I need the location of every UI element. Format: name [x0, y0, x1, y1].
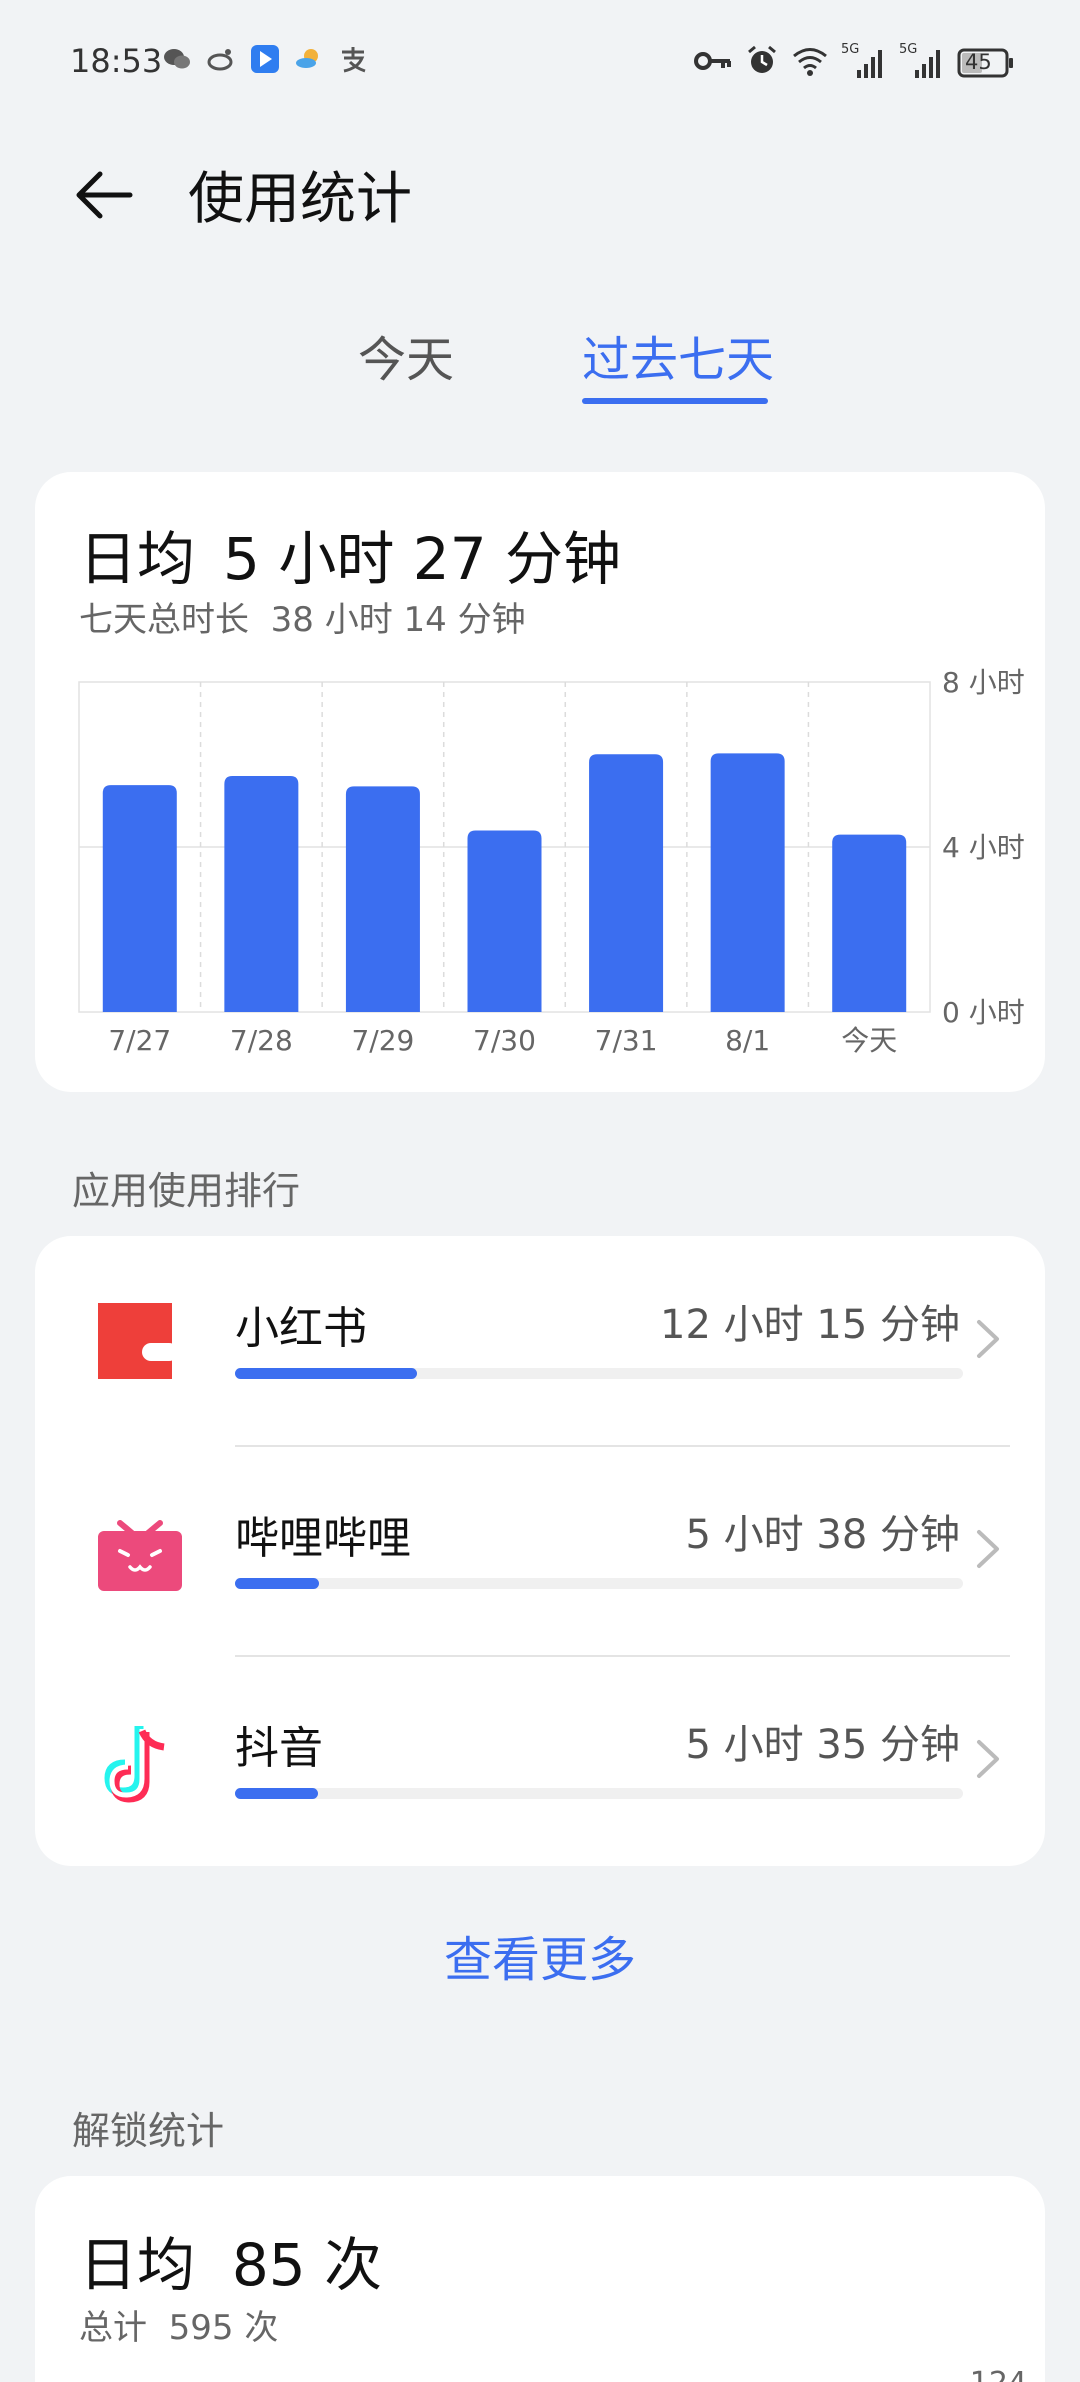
battery-icon: 45 — [957, 48, 1015, 78]
douyin-icon — [90, 1711, 190, 1811]
x-tick-label: 8/1 — [725, 1024, 770, 1057]
weibo-icon — [206, 44, 236, 74]
weather-icon — [294, 44, 324, 74]
period-tabs: 今天 过去七天 — [0, 320, 1080, 410]
x-tick-label: 7/30 — [473, 1024, 536, 1057]
alarm-icon — [745, 44, 779, 82]
app-name: 哔哩哔哩 — [235, 1513, 411, 1564]
app-row-xiaohongshu[interactable]: 小红书 12 小时 15 分钟 — [35, 1236, 1045, 1446]
alipay-icon — [338, 44, 368, 74]
app-name: 抖音 — [235, 1723, 323, 1774]
key-icon — [693, 46, 733, 80]
notification-icons — [162, 44, 368, 74]
status-bar: 18:53 5G 5G 45 — [0, 0, 1080, 120]
unlock-average-label: 日均 — [79, 2231, 196, 2299]
app-usage-time: 5 小时 38 分钟 — [685, 1512, 961, 1558]
unlock-axis-tick: 124 — [970, 2366, 1027, 2382]
chart-bar — [345, 786, 420, 1012]
chart-bar — [832, 834, 907, 1012]
chart-bar — [224, 776, 299, 1012]
app-row-bilibili[interactable]: 哔哩哔哩 5 小时 38 分钟 — [35, 1446, 1045, 1656]
wifi-icon — [791, 45, 829, 81]
x-tick-label: 7/29 — [351, 1024, 414, 1057]
usage-progress-track — [235, 1368, 963, 1379]
bilibili-icon — [90, 1501, 190, 1601]
chart-bar — [102, 785, 177, 1012]
see-more-button[interactable]: 查看更多 — [0, 1920, 1080, 1990]
unlock-total: 总计 595 次 — [79, 2300, 278, 2349]
unlock-stats-section-title: 解锁统计 — [72, 2109, 225, 2153]
chevron-right-icon — [973, 1316, 1003, 1362]
app-name: 小红书 — [235, 1303, 367, 1354]
app-usage-time: 12 小时 15 分钟 — [660, 1302, 960, 1348]
status-time: 18:53 — [70, 42, 163, 80]
x-tick-label: 7/28 — [230, 1024, 293, 1057]
xiaohongshu-icon — [90, 1291, 190, 1391]
chart-bar — [467, 830, 542, 1012]
unlock-average-value: 85 次 — [231, 2231, 383, 2299]
y-tick-label: 0 小时 — [942, 996, 1025, 1029]
usage-progress-track — [235, 1788, 963, 1799]
unlock-total-label: 总计 — [79, 2308, 147, 2348]
y-tick-label: 8 小时 — [942, 666, 1025, 699]
play-store-icon — [250, 44, 280, 74]
usage-bar-chart: 7/27 7/28 7/29 7/30 7/31 8/1 今天 8 小时 4 小时 0 小时 — [78, 666, 1025, 1057]
chevron-right-icon — [973, 1526, 1003, 1572]
active-tab-indicator — [582, 398, 768, 404]
chart-bar — [710, 753, 785, 1012]
usage-progress-fill — [235, 1788, 318, 1799]
unlock-stats-card: 日均 85 次 总计 595 次 124 — [35, 2176, 1045, 2382]
back-button[interactable] — [70, 160, 140, 230]
usage-progress-track — [235, 1578, 963, 1589]
tab-today[interactable]: 今天 — [358, 320, 454, 390]
signal-icon-1: 5G — [841, 42, 887, 80]
system-status-icons: 5G 5G 45 — [693, 42, 1015, 82]
y-tick-label: 4 小时 — [942, 831, 1025, 864]
app-row-douyin[interactable]: 抖音 5 小时 35 分钟 — [35, 1656, 1045, 1866]
unlock-total-value: 595 次 — [168, 2308, 279, 2348]
app-header: 使用统计 — [0, 140, 1080, 250]
wechat-icon — [162, 44, 192, 74]
usage-progress-fill — [235, 1578, 319, 1589]
arrow-left-icon — [76, 171, 133, 219]
app-ranking-section-title: 应用使用排行 — [72, 1169, 301, 1213]
chart-bar — [589, 754, 664, 1012]
x-tick-label: 7/27 — [108, 1024, 171, 1057]
unlock-daily-average: 日均 85 次 — [79, 2218, 382, 2302]
usage-progress-fill — [235, 1368, 417, 1379]
signal-icon-2: 5G — [899, 42, 945, 80]
app-ranking-card: 小红书 12 小时 15 分钟 哔哩哔哩 5 小时 38 分钟 抖音 5 小时 … — [35, 1236, 1045, 1866]
usage-summary-card: 日均 5 小时 27 分钟 七天总时长 38 小时 14 分钟 7/27 7/28 7… — [35, 472, 1045, 1092]
page-title: 使用统计 — [188, 167, 412, 232]
tab-past-seven-days[interactable]: 过去七天 — [582, 320, 774, 390]
chevron-right-icon — [973, 1736, 1003, 1782]
x-tick-label: 今天 — [841, 1024, 897, 1057]
x-tick-label: 7/31 — [595, 1024, 658, 1057]
app-usage-time: 5 小时 35 分钟 — [685, 1722, 961, 1768]
